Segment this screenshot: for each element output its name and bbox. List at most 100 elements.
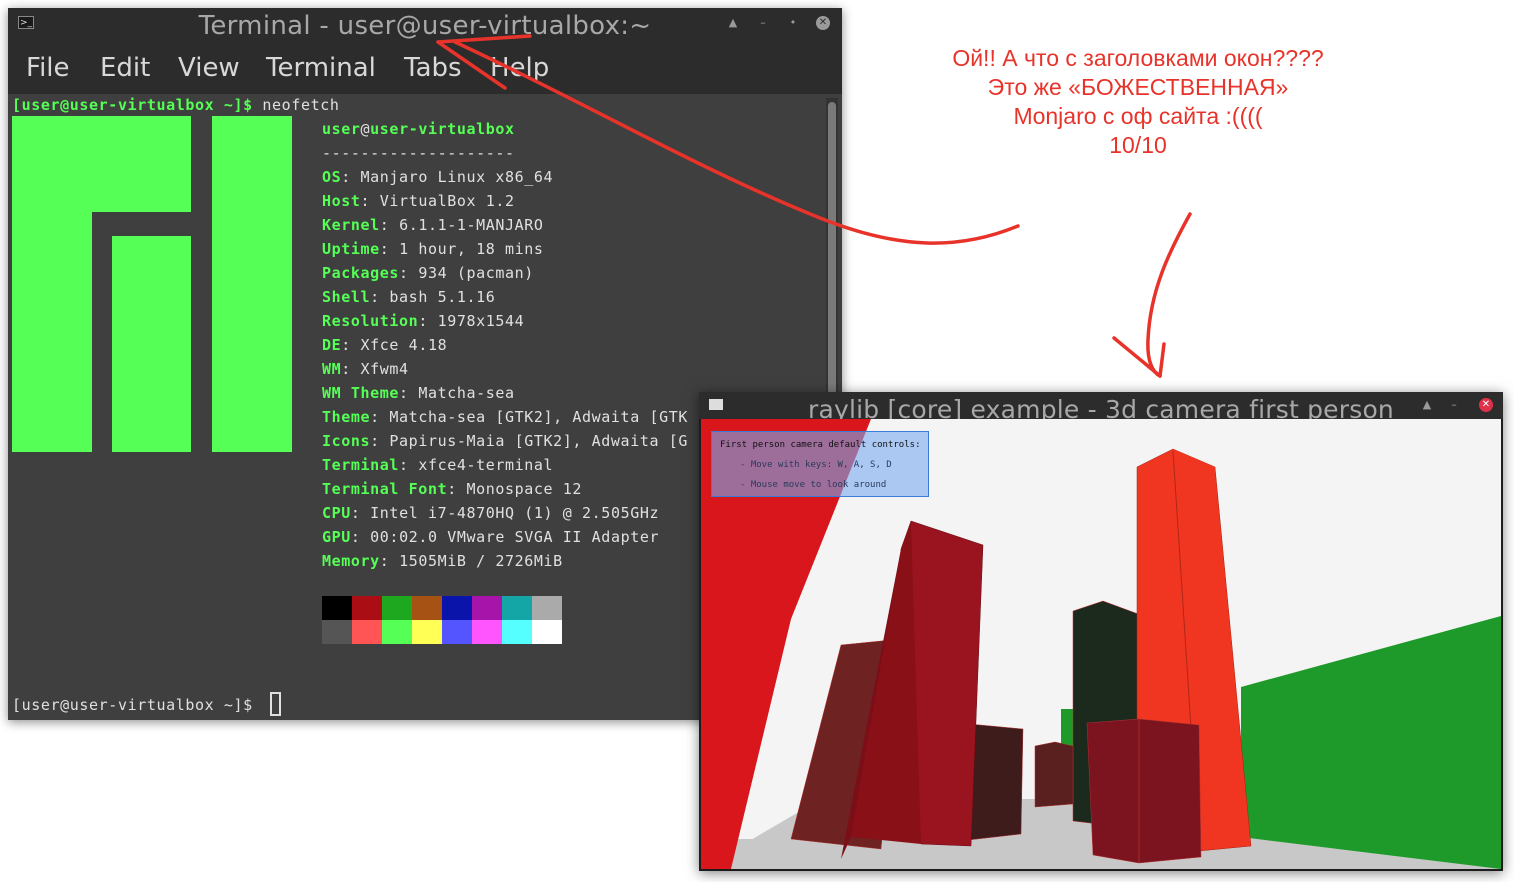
palette-swatch-dark — [352, 596, 382, 620]
minimize-button[interactable]: – — [756, 16, 770, 30]
manjaro-logo-top — [12, 116, 191, 212]
info-row: Theme: Matcha-sea [GTK2], Adwaita [GTK — [322, 408, 688, 426]
palette-swatch-dark — [472, 596, 502, 620]
raylib-minimize-button[interactable]: – — [1447, 398, 1461, 412]
palette-swatch-dark — [412, 596, 442, 620]
palette-swatch-dark — [322, 596, 352, 620]
info-value: Xfwm4 — [360, 360, 409, 378]
info-row: Memory: 1505MiB / 2726MiB — [322, 552, 563, 570]
terminal-menubar: File Edit View Terminal Tabs Help — [8, 44, 842, 94]
maximize-button[interactable]: • — [786, 16, 800, 30]
info-row: WM: Xfwm4 — [322, 360, 409, 378]
info-key: Memory — [322, 552, 380, 570]
info-row: Uptime: 1 hour, 18 mins — [322, 240, 544, 258]
info-key: Uptime — [322, 240, 380, 258]
maroon-cube — [1086, 718, 1202, 864]
info-row: Shell: bash 5.1.16 — [322, 288, 496, 306]
info-value: Intel i7-4870HQ (1) @ 2.505GHz — [370, 504, 660, 522]
info-row: OS: Manjaro Linux x86_64 — [322, 168, 554, 186]
user-host: user@user-virtualbox — [322, 120, 515, 138]
palette-swatch-bright — [382, 620, 412, 644]
prompt: [user@user-virtualbox ~]$ — [12, 96, 253, 114]
menu-help[interactable]: Help — [490, 52, 549, 84]
info-key: Icons — [322, 432, 371, 450]
info-row: Icons: Papirus-Maia [GTK2], Adwaita [G — [322, 432, 688, 450]
controls-line-move: - Move with keys: W, A, S, D — [740, 460, 892, 470]
info-key: WM — [322, 360, 342, 378]
palette-swatch-dark — [442, 596, 472, 620]
controls-overlay: First person camera default controls: - … — [711, 431, 929, 497]
arrow-head-raylib — [1112, 336, 1166, 378]
controls-line-mouse: - Mouse move to look around — [740, 480, 887, 490]
info-key: Terminal — [322, 456, 400, 474]
info-key: OS — [322, 168, 342, 186]
palette-swatch-dark — [502, 596, 532, 620]
info-value: xfce4-terminal — [418, 456, 554, 474]
palette-swatch-bright — [502, 620, 532, 644]
info-row: Packages: 934 (pacman) — [322, 264, 534, 282]
info-key: Terminal Font — [322, 480, 448, 498]
raylib-shade-icon[interactable]: ▲ — [1420, 398, 1434, 412]
far-cube — [1034, 741, 1074, 808]
palette-swatch-bright — [442, 620, 472, 644]
menu-tabs[interactable]: Tabs — [404, 52, 462, 84]
menu-view[interactable]: View — [178, 52, 240, 84]
info-row: Kernel: 6.1.1-1-MANJARO — [322, 216, 544, 234]
scrollbar-thumb[interactable] — [828, 102, 836, 402]
info-value: Monospace 12 — [466, 480, 583, 498]
info-row: Resolution: 1978x1544 — [322, 312, 525, 330]
raylib-close-button[interactable]: ✕ — [1479, 398, 1493, 412]
annotation-line-4: 10/10 — [1109, 132, 1167, 158]
arrow-to-raylib-title — [1146, 212, 1192, 378]
info-value: 6.1.1-1-MANJARO — [399, 216, 544, 234]
raylib-titlebar[interactable]: raylib [core] example - 3d camera first … — [699, 392, 1503, 424]
info-key: GPU — [322, 528, 351, 546]
menu-terminal[interactable]: Terminal — [266, 52, 376, 84]
info-row: DE: Xfce 4.18 — [322, 336, 448, 354]
annotation-line-3: Monjaro с оф сайта :(((( — [1013, 103, 1263, 129]
info-row: CPU: Intel i7-4870HQ (1) @ 2.505GHz — [322, 504, 660, 522]
info-row: WM Theme: Matcha-sea — [322, 384, 515, 402]
menu-edit[interactable]: Edit — [100, 52, 150, 84]
annotation-text: Ой!! А что с заголовками окон???? Это же… — [918, 44, 1358, 160]
terminal-window-title: Terminal - user@user-virtualbox:~ — [198, 11, 652, 41]
shade-icon[interactable]: ▲ — [726, 16, 740, 30]
palette-swatch-bright — [322, 620, 352, 644]
info-key: Packages — [322, 264, 400, 282]
info-value: Matcha-sea — [418, 384, 515, 402]
info-value: 1 hour, 18 mins — [399, 240, 544, 258]
palette-swatch-bright — [532, 620, 562, 644]
terminal-titlebar[interactable]: >_ Terminal - user@user-virtualbox:~ ▲ –… — [8, 8, 842, 44]
close-button[interactable]: ✕ — [816, 16, 830, 30]
info-value: 00:02.0 VMware SVGA II Adapter — [370, 528, 660, 546]
palette-swatch-bright — [352, 620, 382, 644]
separator: -------------------- — [322, 144, 515, 162]
palette-swatch-dark — [532, 596, 562, 620]
info-row: Terminal: xfce4-terminal — [322, 456, 554, 474]
info-key: WM Theme — [322, 384, 400, 402]
info-key: Host — [322, 192, 361, 210]
info-value: Papirus-Maia [GTK2], Adwaita [G — [389, 432, 688, 450]
menu-file[interactable]: File — [26, 52, 70, 84]
info-value: Xfce 4.18 — [360, 336, 448, 354]
info-row: GPU: 00:02.0 VMware SVGA II Adapter — [322, 528, 660, 546]
info-key: CPU — [322, 504, 351, 522]
info-value: 1505MiB / 2726MiB — [399, 552, 563, 570]
info-value: Manjaro Linux x86_64 — [360, 168, 554, 186]
manjaro-logo-middle — [112, 236, 191, 452]
info-row: Terminal Font: Monospace 12 — [322, 480, 583, 498]
info-value: VirtualBox 1.2 — [379, 192, 515, 210]
info-value: 1978x1544 — [437, 312, 525, 330]
palette-swatch-bright — [412, 620, 442, 644]
info-key: Theme — [322, 408, 371, 426]
manjaro-logo-right — [212, 116, 292, 452]
raylib-window[interactable]: raylib [core] example - 3d camera first … — [699, 392, 1503, 871]
info-key: DE — [322, 336, 342, 354]
command: neofetch — [262, 96, 340, 114]
info-key: Resolution — [322, 312, 419, 330]
info-row: Host: VirtualBox 1.2 — [322, 192, 515, 210]
info-key: Kernel — [322, 216, 380, 234]
annotation-line-2: Это же «БОЖЕСТВЕННАЯ» — [987, 74, 1289, 100]
bottom-prompt: [user@user-virtualbox ~]$ — [12, 696, 253, 714]
palette-swatch-dark — [382, 596, 412, 620]
